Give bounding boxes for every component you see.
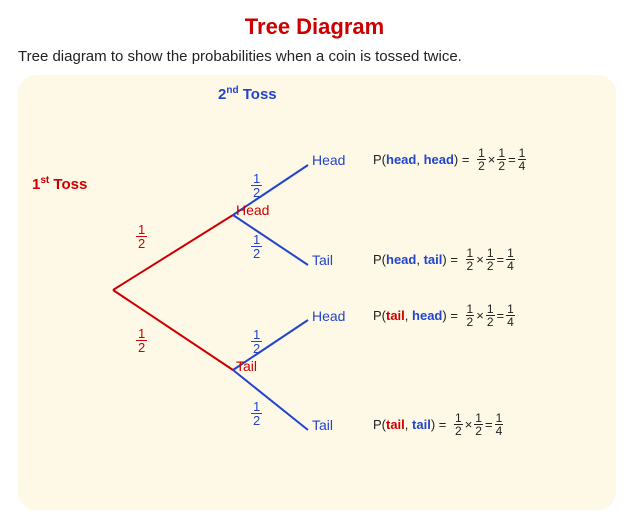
frac-left-bottom: 1 2 bbox=[136, 327, 147, 354]
subtitle: Tree diagram to show the probabilities w… bbox=[18, 48, 462, 65]
prob-hh: P(head, head) = 12 × 12 = 14 bbox=[373, 147, 526, 172]
page-title: Tree Diagram bbox=[18, 14, 611, 40]
frac-right-bb: 1 2 bbox=[251, 400, 262, 427]
tree-svg bbox=[18, 75, 616, 510]
outcome-ht: Tail bbox=[312, 252, 333, 268]
mid-label-head: Head bbox=[236, 202, 269, 218]
diagram-area: 2nd Toss 1st Toss bbox=[18, 75, 616, 510]
outcome-tt: Tail bbox=[312, 417, 333, 433]
frac-right-tb: 1 2 bbox=[251, 233, 262, 260]
prob-th: P(tail, head) = 12 × 12 = 14 bbox=[373, 303, 515, 328]
frac-right-bt: 1 2 bbox=[251, 328, 262, 355]
outcome-hh: Head bbox=[312, 152, 345, 168]
frac-left-top: 1 2 bbox=[136, 223, 147, 250]
prob-tt: P(tail, tail) = 12 × 12 = 14 bbox=[373, 412, 503, 437]
prob-ht: P(head, tail) = 12 × 12 = 14 bbox=[373, 247, 515, 272]
mid-label-tail: Tail bbox=[236, 358, 257, 374]
outcome-th: Head bbox=[312, 308, 345, 324]
page: Tree Diagram Tree diagram to show the pr… bbox=[0, 0, 629, 524]
frac-right-tt: 1 2 bbox=[251, 172, 262, 199]
